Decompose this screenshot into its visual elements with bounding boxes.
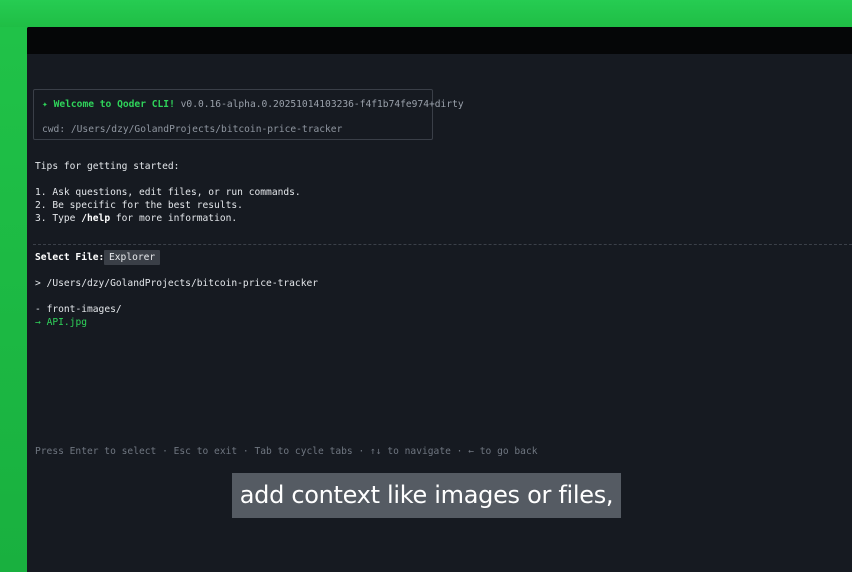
- welcome-line: ✦ Welcome to Qoder CLI! v0.0.16-alpha.0.…: [42, 98, 464, 111]
- file-entry-prefix: -: [35, 304, 47, 315]
- sparkle-icon: ✦: [42, 99, 48, 110]
- window-titlebar: [27, 27, 852, 54]
- section-divider: [33, 244, 852, 245]
- tips-heading: Tips for getting started:: [35, 161, 180, 172]
- welcome-title: Welcome to Qoder CLI!: [53, 99, 175, 110]
- file-entry-api-jpg[interactable]: → API.jpg: [35, 316, 87, 329]
- tip-item-3-suffix: for more information.: [110, 213, 238, 224]
- welcome-box: ✦ Welcome to Qoder CLI! v0.0.16-alpha.0.…: [33, 89, 464, 140]
- tip-item-3: 3. Type /help for more information.: [35, 212, 237, 225]
- file-entry-front-images[interactable]: - front-images/: [35, 303, 122, 316]
- video-caption: add context like images or files,: [232, 473, 621, 518]
- tip-item-2: 2. Be specific for the best results.: [35, 200, 243, 211]
- cwd-text: cwd: /Users/dzy/GolandProjects/bitcoin-p…: [42, 124, 343, 135]
- keyboard-hints: Press Enter to select · Esc to exit · Ta…: [35, 446, 538, 457]
- desktop-background-left: [0, 27, 27, 572]
- select-file-label: Select File:: [35, 252, 105, 263]
- file-entry-name: API.jpg: [46, 317, 87, 328]
- current-path: > /Users/dzy/GolandProjects/bitcoin-pric…: [35, 278, 319, 289]
- selection-arrow-icon: →: [35, 317, 47, 328]
- file-entry-name: front-images/: [46, 304, 122, 315]
- version-text: v0.0.16-alpha.0.20251014103236-f4f1b74fe…: [180, 99, 464, 110]
- tip-item-3-prefix: 3. Type: [35, 213, 82, 224]
- tip-item-1: 1. Ask questions, edit files, or run com…: [35, 187, 301, 198]
- tab-explorer[interactable]: Explorer: [104, 250, 161, 265]
- help-command: /help: [81, 213, 111, 224]
- desktop-background-top: [0, 0, 852, 27]
